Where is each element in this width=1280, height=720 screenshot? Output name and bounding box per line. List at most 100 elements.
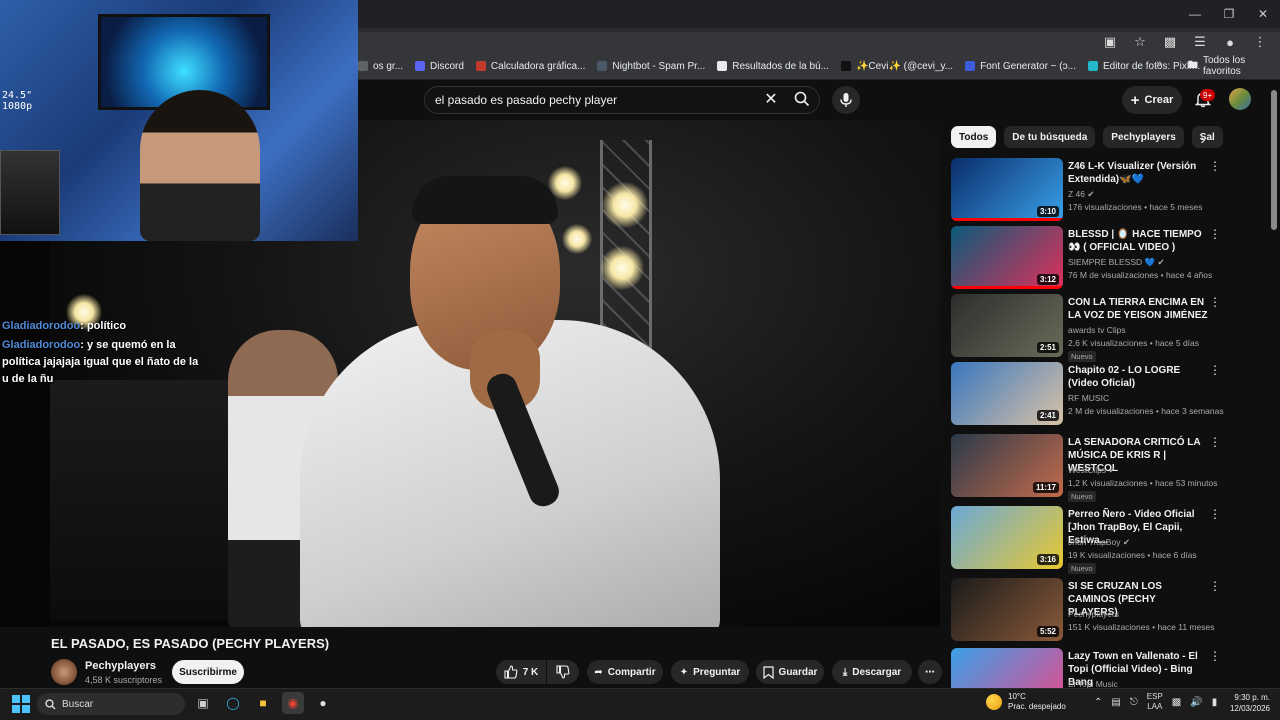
media-icon[interactable]: ☰ [1190, 33, 1210, 51]
bookmark-item[interactable]: ✨Cevi✨ (@cevi_y... [840, 61, 953, 72]
more-vertical-icon[interactable]: ⋮ [1209, 508, 1221, 522]
mic-tray-icon[interactable]: ⎋ [1130, 697, 1138, 708]
recommendation-title[interactable]: Z46 L-K Visualizer (Versión Extendida)🦋💙 [1068, 160, 1208, 186]
download-button[interactable]: ⤓ Descargar [832, 660, 912, 684]
voice-search-button[interactable] [832, 86, 860, 114]
cast-icon[interactable]: ▣ [1100, 33, 1120, 51]
share-button[interactable]: ➦ Compartir [587, 660, 663, 684]
dislike-button[interactable] [547, 660, 579, 684]
bookmark-label: Nightbot - Spam Pr... [612, 60, 706, 72]
recommendation-item[interactable]: 3:16 Perreo Ñero - Video Oficial [Jhon Tr… [951, 506, 1221, 574]
filter-chip[interactable]: Pechyplayers [1103, 126, 1184, 148]
channel-name[interactable]: Pechyplayers [85, 660, 156, 672]
weather-temp: 10°C [1008, 692, 1026, 701]
channel-label: WestClips [1068, 465, 1107, 475]
more-vertical-icon[interactable]: ⋮ [1209, 436, 1221, 450]
like-button[interactable]: 7 K [496, 660, 546, 684]
recommendation-title[interactable]: Chapito 02 - LO LOGRE (Video Oficial) [1068, 364, 1208, 390]
star-icon[interactable]: ☆ [1130, 33, 1150, 51]
windows-start-icon[interactable] [12, 695, 30, 713]
bookmark-item[interactable]: Resultados de la bú... [717, 61, 829, 72]
recommendation-channel[interactable]: WestClips ✔ [1068, 465, 1116, 476]
monitor-icon[interactable]: ▩ [1172, 697, 1181, 708]
recommendation-title[interactable]: BLESSD | 🪞 HACE TIEMPO 👀 ( OFFICIAL VIDE… [1068, 228, 1208, 254]
taskbar-clock[interactable]: 9:30 p. m. 12/03/2026 [1222, 692, 1270, 714]
more-actions-button[interactable]: ⋯ [918, 660, 942, 684]
recommendation-item[interactable]: 3:12 BLESSD | 🪞 HACE TIEMPO 👀 ( OFFICIAL … [951, 226, 1221, 290]
save-button[interactable]: Guardar [756, 660, 824, 684]
bookmark-item[interactable]: os gr... [358, 61, 403, 72]
more-vertical-icon[interactable]: ⋮ [1209, 364, 1221, 378]
recommendation-meta: 151 K visualizaciones • hace 11 meses [1068, 622, 1215, 632]
channel-avatar[interactable] [51, 659, 77, 685]
chrome-icon[interactable]: ◉ [282, 692, 304, 714]
volume-icon[interactable]: 🔊 [1190, 697, 1202, 708]
channel-label: RF MUSIC [1068, 393, 1110, 403]
recommendation-item[interactable]: 2:51 CON LA TIERRA ENCIMA EN LA VOZ DE YE… [951, 294, 1221, 362]
minimize-icon[interactable]: — [1178, 0, 1212, 28]
recommendation-item[interactable]: 2:41 Chapito 02 - LO LOGRE (Video Oficial… [951, 362, 1224, 426]
taskbar-weather[interactable]: 10°C Prac. despejado [986, 692, 1066, 712]
battery-icon[interactable]: ▮ [1212, 697, 1218, 708]
file-explorer-icon[interactable]: ■ [252, 692, 274, 714]
watch-progress-bar [951, 218, 1063, 221]
filter-chip[interactable]: De tu búsqueda [1004, 126, 1096, 148]
obs-icon[interactable]: ● [312, 692, 334, 714]
bookmark-item[interactable]: Calculadora gráfica... [475, 61, 585, 72]
user-avatar[interactable] [1229, 88, 1251, 110]
video-duration: 3:12 [1036, 274, 1059, 285]
more-vertical-icon[interactable]: ⋮ [1209, 296, 1221, 310]
task-view-icon[interactable]: ▣ [192, 692, 214, 714]
filter-chip[interactable]: Todos [951, 126, 997, 148]
clear-search-icon[interactable]: ✕ [760, 88, 782, 110]
bookmark-item[interactable]: Discord [415, 61, 464, 72]
taskbar-search[interactable]: Buscar [37, 693, 185, 715]
more-vertical-icon[interactable]: ⋮ [1209, 580, 1221, 594]
network-icon[interactable]: ▤ [1111, 697, 1120, 708]
recommendation-channel[interactable]: RF MUSIC [1068, 393, 1109, 403]
verified-icon: ✔ [1120, 537, 1130, 547]
more-vertical-icon[interactable]: ⋮ [1209, 228, 1221, 242]
bookmark-label: Editor de fotos: Pixlr... [1102, 60, 1201, 72]
more-vertical-icon[interactable]: ⋮ [1209, 650, 1221, 664]
video-thumbnail[interactable]: 2:41 [951, 362, 1063, 425]
bookmark-item[interactable]: Editor de fotos: Pixlr... [1087, 60, 1201, 72]
create-button[interactable]: + Crear [1122, 86, 1182, 114]
recommendation-channel[interactable]: Pechyplayers [1068, 609, 1119, 619]
chevron-up-icon[interactable]: ⌃ [1094, 697, 1102, 708]
profile-icon[interactable]: ● [1220, 33, 1240, 51]
menu-icon[interactable]: ⋮ [1250, 33, 1270, 51]
search-button[interactable] [788, 88, 816, 110]
recommendation-title[interactable]: CON LA TIERRA ENCIMA EN LA VOZ DE YEISON… [1068, 296, 1208, 322]
chevron-right-icon[interactable]: » [1156, 58, 1162, 70]
close-icon[interactable]: ✕ [1246, 0, 1280, 28]
video-thumbnail[interactable]: 3:12 [951, 226, 1063, 289]
video-thumbnail[interactable]: 11:17 [951, 434, 1063, 497]
recommendation-channel[interactable]: awards tv Clips [1068, 325, 1126, 335]
restore-icon[interactable]: ❐ [1212, 0, 1246, 28]
all-bookmarks-folder[interactable]: 🖿 Todos los favoritos [1188, 52, 1280, 80]
chevron-right-icon[interactable]: › [1194, 130, 1212, 148]
bookmark-item[interactable]: Nightbot - Spam Pr... [597, 61, 705, 72]
video-thumbnail[interactable]: 5:52 [951, 578, 1063, 641]
video-thumbnail[interactable]: 3:16 [951, 506, 1063, 569]
extensions-icon[interactable]: ▩ [1160, 33, 1180, 51]
video-thumbnail[interactable]: 3:10 [951, 158, 1063, 221]
recommendation-channel[interactable]: SIEMPRE BLESSD 💙 ✔ [1068, 257, 1165, 268]
recommendation-item[interactable]: 3:10 Z46 L-K Visualizer (Versión Extendid… [951, 158, 1221, 222]
ask-button[interactable]: ✦ Preguntar [671, 660, 749, 684]
page-scrollbar[interactable] [1271, 90, 1277, 230]
recommendation-item[interactable]: 11:17 LA SENADORA CRITICÓ LA MÚSICA DE KR… [951, 434, 1221, 502]
recommendation-channel[interactable]: Z 46 ✔ [1068, 189, 1095, 200]
edge-icon[interactable]: ◯ [222, 692, 244, 714]
video-thumbnail[interactable]: 2:51 [951, 294, 1063, 357]
language-indicator[interactable]: ESP LAA [1147, 692, 1163, 712]
more-vertical-icon[interactable]: ⋮ [1209, 160, 1221, 174]
bookmark-item[interactable]: Font Generator ~ (ↄ... [965, 61, 1076, 72]
recommendation-item[interactable]: 5:52 SI SE CRUZAN LOS CAMINOS (PECHY PLAY… [951, 578, 1221, 642]
recommendation-channel[interactable]: Jhon TrapBoy ✔ [1068, 537, 1130, 548]
bookmark-favicon-icon [1087, 61, 1098, 71]
subscribe-button[interactable]: Suscribirme [172, 660, 244, 684]
sun-icon [986, 694, 1002, 710]
bookmark-label: Discord [430, 60, 464, 72]
